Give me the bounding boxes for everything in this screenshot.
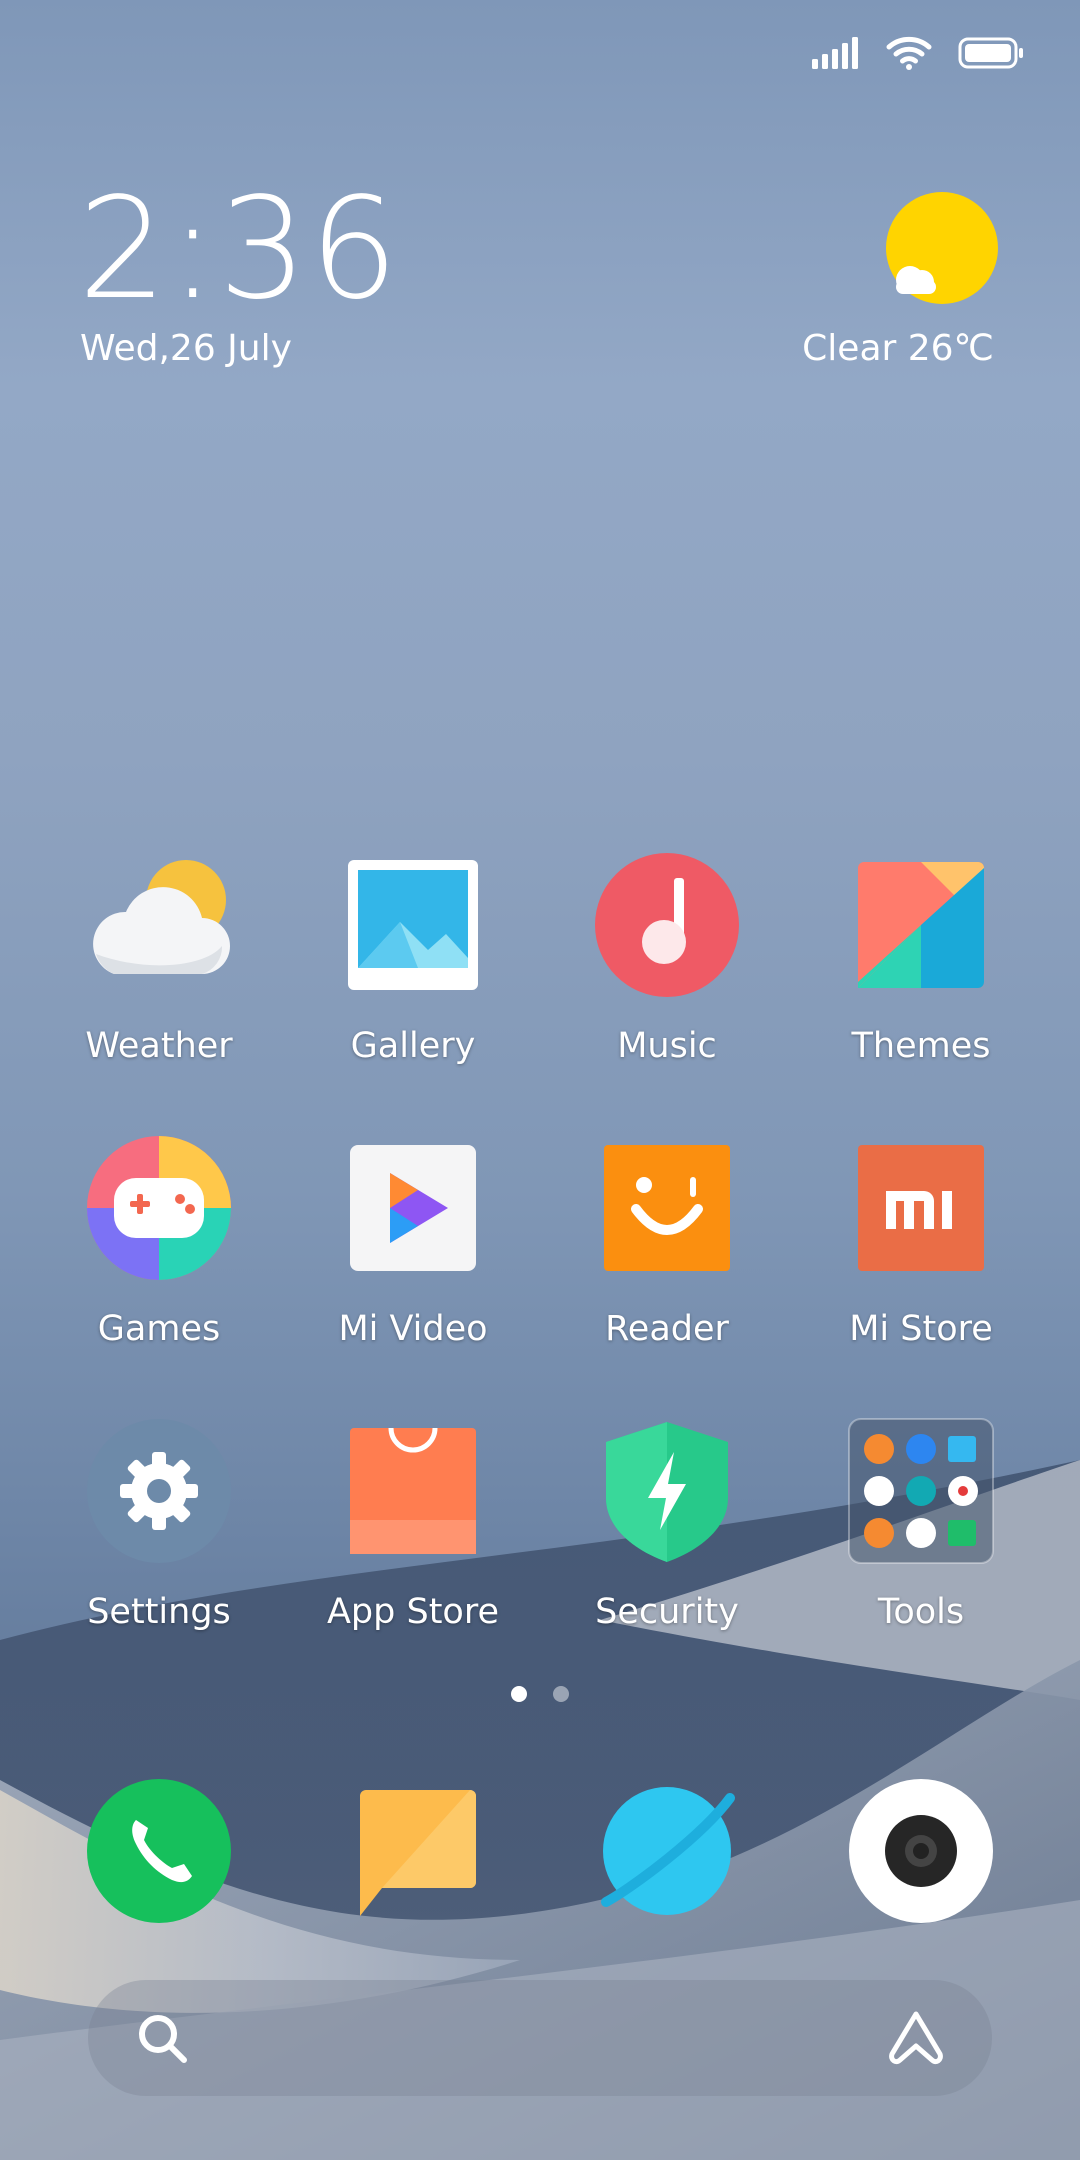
app-tools-folder[interactable]: Tools (794, 1416, 1048, 1699)
app-gallery[interactable]: Gallery (286, 850, 540, 1133)
app-mi-store[interactable]: Mi Store (794, 1133, 1048, 1416)
app-weather[interactable]: Weather (32, 850, 286, 1133)
page-dot-2[interactable] (553, 1686, 569, 1702)
dock-browser[interactable] (540, 1776, 794, 1926)
app-app-store[interactable]: App Store (286, 1416, 540, 1699)
dock-camera[interactable] (794, 1776, 1048, 1926)
shopping-bag-icon (350, 1427, 476, 1554)
app-music[interactable]: Music (540, 850, 794, 1133)
app-label: Settings (87, 1592, 231, 1632)
search-icon[interactable] (134, 2010, 190, 2066)
video-play-icon (350, 1145, 476, 1271)
weather-widget-text[interactable]: Clear 26℃ (802, 328, 994, 369)
page-indicator (0, 1686, 1080, 1702)
shield-icon (606, 1422, 728, 1562)
app-label: Security (595, 1592, 739, 1632)
weather-app-icon (93, 860, 231, 974)
search-bar[interactable] (88, 1980, 992, 2096)
app-label: Reader (605, 1309, 729, 1349)
camera-icon (849, 1779, 993, 1923)
signal-icon (812, 37, 858, 69)
dock (32, 1776, 1048, 1926)
wifi-icon (886, 36, 932, 70)
themes-icon (858, 862, 984, 988)
app-games[interactable]: Games (32, 1133, 286, 1416)
phone-icon (87, 1779, 231, 1923)
tools-folder-icon (848, 1418, 994, 1564)
gear-icon (87, 1419, 231, 1563)
app-label: Games (97, 1309, 221, 1349)
music-icon (595, 853, 739, 997)
assistant-icon[interactable] (886, 2008, 946, 2068)
app-label: Mi Video (338, 1309, 488, 1349)
app-settings[interactable]: Settings (32, 1416, 286, 1699)
app-themes[interactable]: Themes (794, 850, 1048, 1133)
app-label: Music (617, 1026, 717, 1066)
battery-icon (958, 37, 1023, 69)
page-dot-1[interactable] (511, 1686, 527, 1702)
clock-date[interactable]: Wed,26 July (80, 328, 292, 369)
games-icon (87, 1136, 231, 1280)
mi-logo-icon (858, 1145, 984, 1271)
app-security[interactable]: Security (540, 1416, 794, 1699)
reader-smile-icon (604, 1145, 730, 1271)
app-mi-video[interactable]: Mi Video (286, 1133, 540, 1416)
app-label: Weather (85, 1026, 233, 1066)
app-reader[interactable]: Reader (540, 1133, 794, 1416)
app-label: Themes (851, 1026, 991, 1066)
browser-icon (601, 1787, 735, 1915)
sun-cloud-icon[interactable] (880, 190, 1000, 310)
messages-icon (356, 1790, 476, 1916)
app-label: Tools (877, 1592, 965, 1632)
app-label: Gallery (350, 1026, 476, 1066)
dock-messages[interactable] (286, 1776, 540, 1926)
app-grid: Weather Gallery Music Themes Games Mi Vi… (32, 850, 1048, 1699)
clock-time[interactable]: 2:36 (78, 180, 400, 320)
app-label: Mi Store (849, 1309, 993, 1349)
status-bar (812, 36, 1024, 70)
app-label: App Store (326, 1592, 499, 1632)
dock-phone[interactable] (32, 1776, 286, 1926)
gallery-icon (348, 860, 478, 990)
